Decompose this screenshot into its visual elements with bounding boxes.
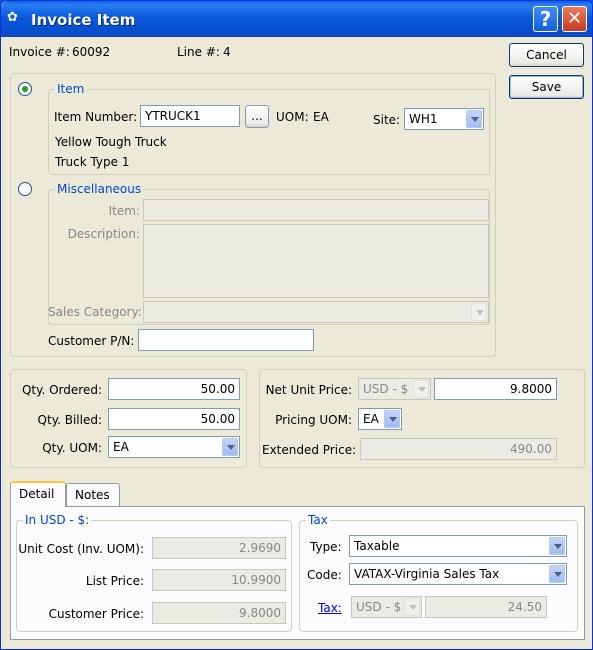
- chevron-down-icon[interactable]: [222, 438, 238, 456]
- browse-label: ...: [251, 109, 263, 123]
- misc-item-label: Item:: [108, 204, 140, 218]
- tab-detail-label: Detail: [19, 487, 55, 501]
- invoice-number-value: 60092: [72, 45, 111, 59]
- close-button[interactable]: ✕: [562, 6, 587, 32]
- miscellaneous-group-title: Miscellaneous: [55, 182, 144, 196]
- net-unit-price-currency-value: USD - $: [363, 382, 409, 396]
- uom-label: UOM:: [276, 110, 309, 124]
- qty-billed-label: Qty. Billed:: [37, 413, 102, 427]
- list-price-field: 10.9900: [152, 569, 286, 591]
- cancel-button[interactable]: Cancel: [509, 43, 584, 67]
- chevron-down-icon[interactable]: [413, 380, 429, 398]
- item-number-input[interactable]: YTRUCK1: [140, 105, 240, 127]
- qty-ordered-input[interactable]: 50.00: [108, 378, 240, 400]
- chevron-down-icon[interactable]: [404, 598, 420, 616]
- tab-detail[interactable]: Detail: [10, 481, 66, 507]
- window-title: Invoice Item: [31, 11, 136, 29]
- tab-notes[interactable]: Notes: [66, 483, 120, 507]
- list-price-label: List Price:: [85, 574, 144, 588]
- customer-price-label: Customer Price:: [48, 607, 144, 621]
- tab-notes-label: Notes: [75, 488, 110, 502]
- chevron-down-icon[interactable]: [549, 565, 565, 583]
- qty-uom-value: EA: [113, 440, 129, 454]
- chevron-down-icon[interactable]: [471, 303, 487, 321]
- help-button[interactable]: ?: [533, 6, 558, 32]
- invoice-item-window: ✿ Invoice Item ? ✕ Invoice #: 60092 Line…: [0, 0, 593, 650]
- customer-pn-label: Customer P/N:: [48, 334, 135, 348]
- tax-code-value: VATAX-Virginia Sales Tax: [354, 567, 500, 581]
- radio-selected-dot: [22, 86, 28, 92]
- sales-category-select[interactable]: [143, 301, 489, 323]
- tax-type-value: Taxable: [354, 539, 400, 553]
- misc-description-label: Description:: [67, 227, 140, 241]
- net-unit-price-input[interactable]: 9.8000: [434, 378, 557, 400]
- customer-price-field: 9.8000: [152, 602, 286, 624]
- unit-cost-field: 2.9690: [152, 537, 286, 559]
- tax-type-label: Type:: [310, 540, 342, 554]
- tax-type-select[interactable]: Taxable: [349, 535, 567, 557]
- chevron-down-icon[interactable]: [549, 537, 565, 555]
- net-unit-price-currency-select[interactable]: USD - $: [358, 378, 431, 400]
- tax-currency-select[interactable]: USD - $: [351, 596, 422, 618]
- qty-ordered-label: Qty. Ordered:: [21, 383, 102, 397]
- qty-uom-select[interactable]: EA: [108, 436, 240, 458]
- site-select[interactable]: WH1: [404, 108, 484, 130]
- tax-currency-value: USD - $: [356, 600, 402, 614]
- unit-cost-label: Unit Cost (Inv. UOM):: [18, 542, 144, 556]
- sales-category-label: Sales Category:: [48, 305, 142, 319]
- extended-price-label: Extended Price:: [262, 443, 357, 457]
- title-bar[interactable]: ✿ Invoice Item ? ✕: [1, 1, 592, 37]
- item-number-label: Item Number:: [54, 110, 138, 124]
- pricing-uom-select[interactable]: EA: [358, 408, 402, 430]
- miscellaneous-radio[interactable]: [18, 182, 32, 196]
- net-unit-price-label: Net Unit Price:: [265, 383, 352, 397]
- item-group-title: Item: [55, 82, 87, 96]
- tax-code-label: Code:: [307, 568, 342, 582]
- chevron-down-icon[interactable]: [466, 110, 482, 128]
- line-number-label: Line #:: [177, 45, 220, 59]
- cancel-button-label: Cancel: [526, 48, 567, 62]
- cost-group-title: In USD - $:: [23, 513, 92, 527]
- misc-description-textarea[interactable]: [143, 224, 489, 298]
- uom-value: EA: [313, 110, 329, 124]
- line-number-value: 4: [223, 45, 231, 59]
- extended-price-field: 490.00: [360, 438, 557, 460]
- pricing-uom-label: Pricing UOM:: [275, 413, 352, 427]
- pricing-uom-value: EA: [363, 412, 379, 426]
- invoice-number-label: Invoice #:: [9, 45, 70, 59]
- qty-billed-input[interactable]: 50.00: [108, 408, 240, 430]
- chevron-down-icon[interactable]: [384, 410, 400, 428]
- item-description-2: Truck Type 1: [55, 155, 130, 169]
- item-browse-button[interactable]: ...: [245, 105, 269, 128]
- misc-item-input[interactable]: [143, 199, 489, 221]
- save-button-label: Save: [531, 80, 562, 94]
- customer-pn-input[interactable]: [138, 329, 314, 351]
- tax-amount-field: 24.50: [425, 596, 547, 618]
- app-icon: ✿: [7, 10, 18, 25]
- site-select-value: WH1: [409, 112, 438, 126]
- tax-group-title: Tax: [306, 513, 330, 527]
- item-description-1: Yellow Tough Truck: [55, 135, 167, 149]
- save-button[interactable]: Save: [509, 75, 584, 99]
- qty-uom-label: Qty. UOM:: [42, 441, 102, 455]
- site-label: Site:: [373, 113, 401, 127]
- item-radio[interactable]: [18, 82, 32, 96]
- tax-link[interactable]: Tax:: [318, 601, 342, 615]
- tax-code-select[interactable]: VATAX-Virginia Sales Tax: [349, 563, 567, 585]
- dialog-body: Invoice #: 60092 Line #: 4 Cancel Save I…: [4, 37, 590, 648]
